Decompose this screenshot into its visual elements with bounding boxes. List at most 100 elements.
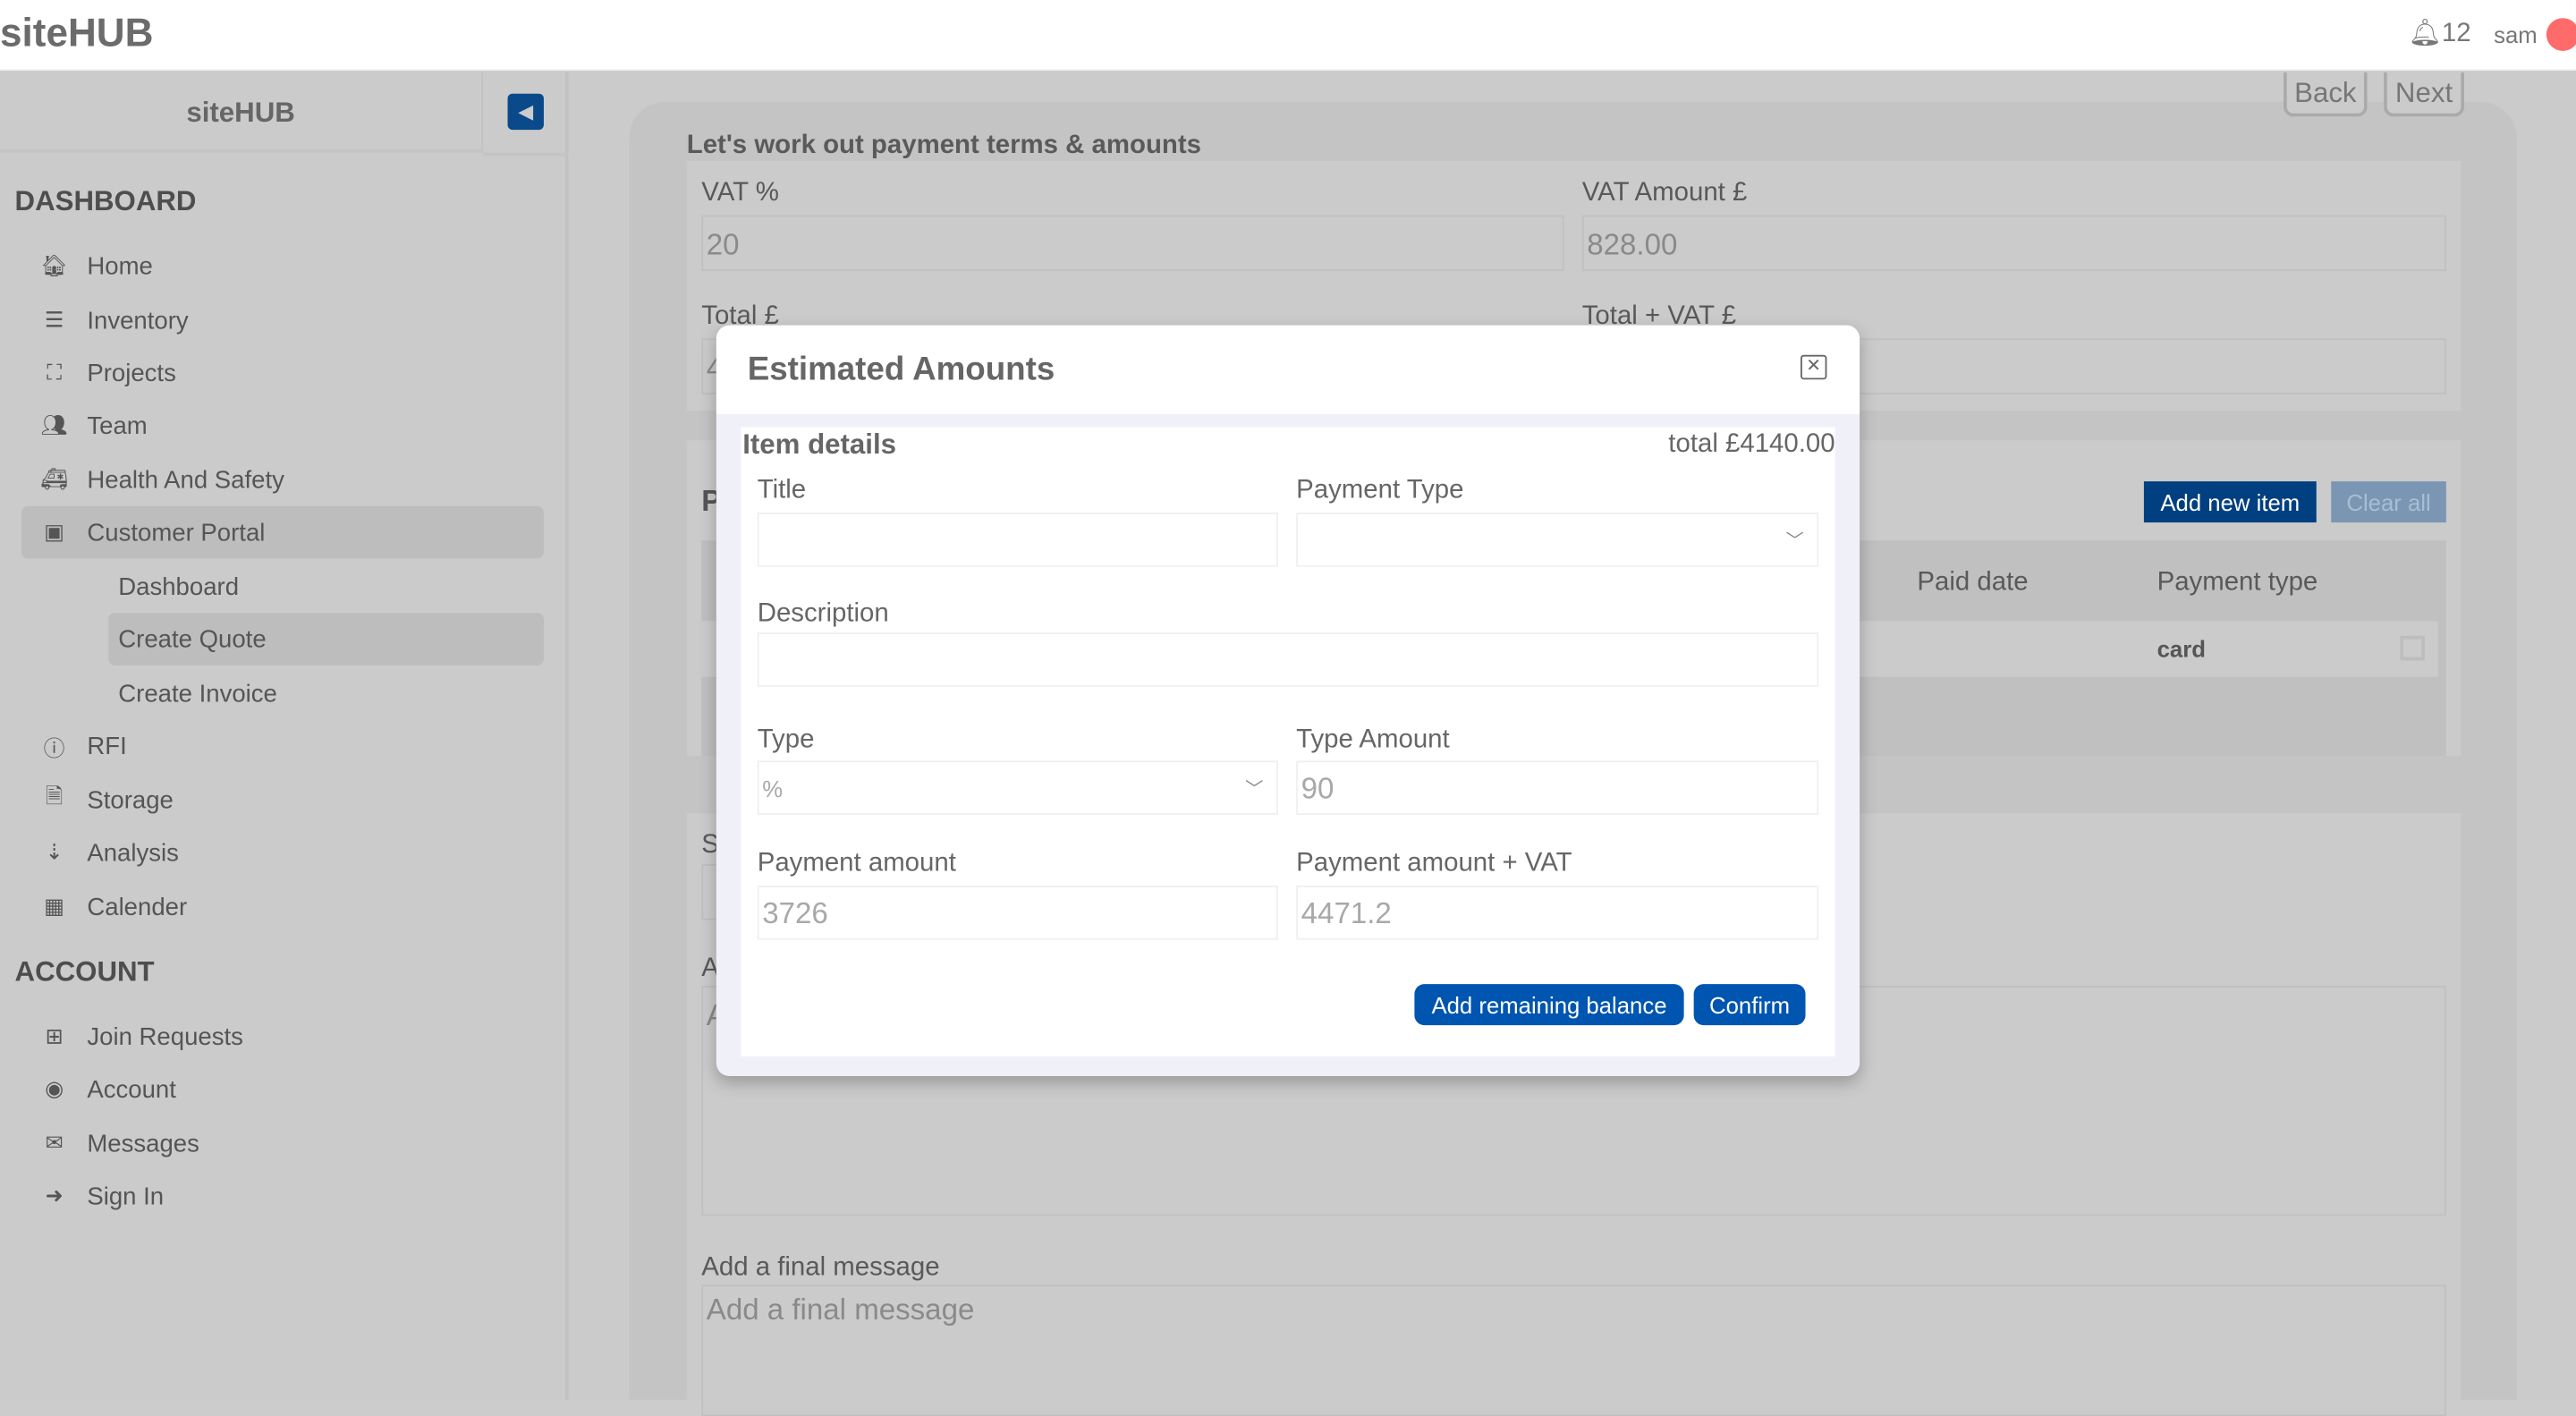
- back-button[interactable]: Back: [2284, 72, 2368, 117]
- modal-total: total £4140.00: [1668, 430, 1835, 459]
- final-message-textarea[interactable]: Add a final message: [701, 1285, 2446, 1416]
- vat-amount-label: VAT Amount £: [1581, 179, 1748, 208]
- type-value: %: [762, 775, 784, 802]
- sidebar-item-label: Home: [87, 251, 153, 281]
- avatar[interactable]: [2546, 18, 2576, 51]
- info-icon: ⓘ: [43, 734, 65, 760]
- page-title: Let's work out payment terms & amounts: [686, 131, 1202, 160]
- row-checkbox[interactable]: [2400, 635, 2425, 661]
- home-icon: 🏠︎: [40, 252, 68, 278]
- sort-icon: ⇣: [45, 839, 64, 865]
- sidebar-item-label: Create Invoice: [118, 679, 277, 708]
- collapse-sidebar-button[interactable]: ◀: [507, 93, 544, 131]
- close-icon: ✕: [1806, 356, 1822, 377]
- item-details-panel: Item details total £4140.00 Title Paymen…: [741, 427, 1835, 1056]
- top-header: siteHUB 🔔︎12 sam: [0, 0, 2576, 71]
- sidebar-item-analysis[interactable]: ⇣ Analysis: [21, 827, 544, 879]
- payment-type-label: Payment Type: [1296, 476, 1464, 505]
- sidebar-item-label: Account: [87, 1075, 176, 1104]
- truck-medical-icon: 🚑︎: [40, 466, 68, 492]
- type-amount-input[interactable]: 90: [1296, 760, 1819, 816]
- sidebar-item-messages[interactable]: ✉ Messages: [21, 1117, 544, 1170]
- calendar-icon: ▦: [44, 894, 64, 919]
- sidebar-item-label: Health And Safety: [87, 465, 284, 494]
- next-button[interactable]: Next: [2384, 72, 2465, 117]
- sidebar-item-label: Join Requests: [87, 1022, 243, 1051]
- type-select[interactable]: % ﹀: [757, 760, 1278, 816]
- sidebar-item-label: RFI: [87, 732, 127, 760]
- logo[interactable]: siteHUB: [0, 12, 153, 57]
- sidebar-item-label: Analysis: [87, 838, 179, 867]
- sidebar-item-label: Dashboard: [118, 572, 240, 601]
- clear-all-button[interactable]: Clear all: [2331, 481, 2446, 523]
- caret-left-icon: ◀: [518, 100, 534, 123]
- sidebar-item-customer-portal[interactable]: ▣ Customer Portal: [21, 505, 544, 559]
- sidebar-item-label: Team: [87, 411, 148, 440]
- sidebar-item-label: Calender: [87, 893, 188, 921]
- sidebar-item-health-and-safety[interactable]: 🚑︎ Health And Safety: [21, 454, 544, 506]
- envelope-icon: ✉: [45, 1130, 64, 1156]
- payment-type-cell: card: [2157, 635, 2206, 663]
- sign-in-icon: ➜: [45, 1183, 64, 1208]
- payment-amount-label: Payment amount: [757, 849, 956, 878]
- confirm-button[interactable]: Confirm: [1693, 984, 1806, 1026]
- notification-count: 12: [2441, 20, 2471, 48]
- add-remaining-balance-button[interactable]: Add remaining balance: [1414, 984, 1684, 1026]
- column-header: Payment type: [2157, 568, 2318, 597]
- vat-label: VAT %: [701, 179, 779, 208]
- estimated-amounts-modal: Estimated Amounts ✕ Item details total £…: [716, 325, 1860, 1077]
- type-label: Type: [757, 725, 815, 755]
- list-icon: ☰: [44, 307, 64, 333]
- title-input[interactable]: [757, 513, 1278, 567]
- section-title: Item details: [742, 428, 897, 461]
- payment-vat-input[interactable]: 4471.2: [1296, 885, 1819, 940]
- sidebar-item-create-invoice[interactable]: Create Invoice: [108, 667, 544, 720]
- sidebar-item-rfi[interactable]: ⓘ RFI: [21, 719, 544, 772]
- chevron-down-icon: ﹀: [1785, 532, 1804, 553]
- section-dashboard: DASHBOARD: [14, 185, 197, 217]
- bell-icon: 🔔︎: [2408, 20, 2442, 48]
- column-header: Paid date: [1917, 568, 2029, 597]
- users-icon: 👥︎: [40, 412, 68, 437]
- title-label: Title: [757, 476, 807, 505]
- sidebar-item-label: Create Quote: [118, 624, 267, 654]
- sidebar-item-sign-in[interactable]: ➜ Sign In: [21, 1170, 544, 1223]
- section-account: ACCOUNT: [14, 955, 155, 988]
- description-input[interactable]: [757, 632, 1819, 687]
- user-circle-icon: ◉: [45, 1076, 64, 1101]
- payment-vat-label: Payment amount + VAT: [1296, 849, 1572, 878]
- sidebar-item-projects[interactable]: ⛶ Projects: [21, 347, 544, 400]
- vat-input[interactable]: 20: [701, 215, 1564, 272]
- sidebar-item-team[interactable]: 👥︎ Team: [21, 399, 544, 452]
- portal-icon: ▣: [44, 519, 64, 544]
- sidebar-item-calender[interactable]: ▦ Calender: [21, 880, 544, 933]
- sidebar-item-create-quote[interactable]: Create Quote: [108, 613, 544, 666]
- sidebar-title: siteHUB: [0, 72, 483, 153]
- user-name[interactable]: sam: [2494, 21, 2538, 47]
- modal-title: Estimated Amounts: [747, 352, 1055, 388]
- sitemap-icon: ⛶: [47, 360, 62, 385]
- vat-amount-input[interactable]: 828.00: [1581, 215, 2446, 272]
- payment-type-select[interactable]: ﹀: [1296, 513, 1819, 567]
- close-button[interactable]: ✕: [1801, 354, 1827, 380]
- chevron-down-icon: ﹀: [1245, 780, 1264, 801]
- sidebar-item-account[interactable]: ◉ Account: [21, 1063, 544, 1115]
- final-message-label: Add a final message: [701, 1253, 940, 1282]
- file-icon: 🗎: [45, 784, 64, 809]
- sidebar-item-join-requests[interactable]: ⊞ Join Requests: [21, 1011, 544, 1064]
- plus-square-icon: ⊞: [45, 1023, 64, 1048]
- sidebar-item-label: Customer Portal: [87, 518, 266, 547]
- sidebar-item-storage[interactable]: 🗎 Storage: [21, 774, 544, 827]
- modal-header: Estimated Amounts ✕: [716, 325, 1860, 414]
- sidebar-item-dashboard[interactable]: Dashboard: [108, 560, 544, 613]
- sidebar-item-home[interactable]: 🏠︎ Home: [21, 240, 544, 293]
- sidebar-item-label: Projects: [87, 359, 176, 387]
- sidebar-item-inventory[interactable]: ☰ Inventory: [21, 294, 544, 347]
- payment-amount-input[interactable]: 3726: [757, 885, 1278, 940]
- sidebar-item-label: Inventory: [87, 306, 189, 335]
- add-new-item-button[interactable]: Add new item: [2143, 481, 2317, 523]
- notifications[interactable]: 🔔︎12: [2409, 16, 2471, 49]
- sidebar-item-label: Sign In: [87, 1182, 165, 1210]
- type-amount-label: Type Amount: [1296, 725, 1450, 755]
- sidebar-item-label: Messages: [87, 1129, 199, 1157]
